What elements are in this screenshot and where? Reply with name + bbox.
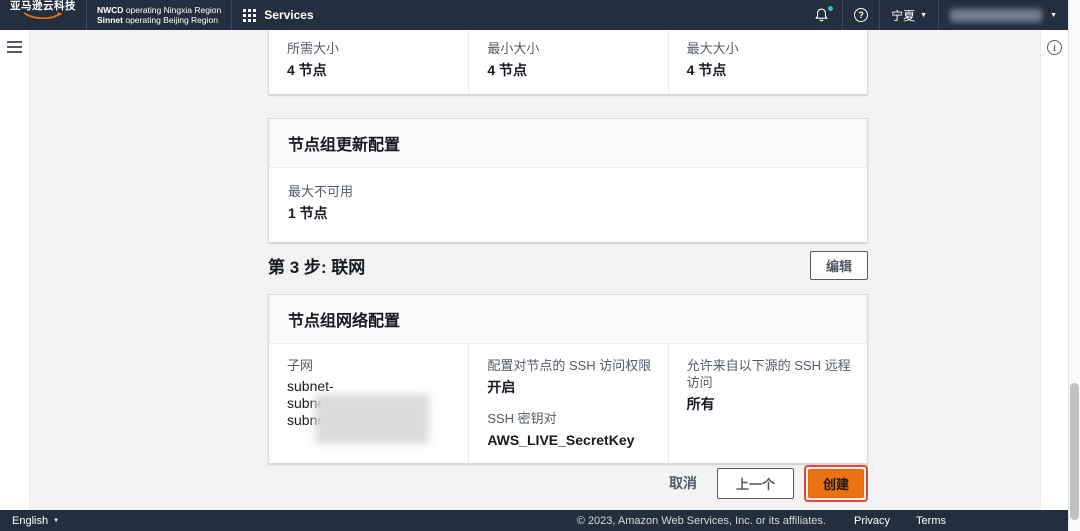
field-value: 所有	[686, 396, 715, 412]
field-min-size: 最小大小 4 节点	[468, 30, 667, 94]
notifications-button[interactable]	[801, 0, 842, 30]
notification-dot	[828, 6, 834, 11]
page: 亚马逊云科技 NWCD operating Ningxia Region Sin…	[0, 0, 1080, 531]
operator-2-name: Sinnet	[97, 15, 123, 25]
logo-text: 亚马逊云科技	[10, 0, 76, 12]
info-icon[interactable]: i	[1047, 40, 1062, 55]
card-title: 节点组网络配置	[288, 313, 401, 330]
left-collapsed-sidebar	[0, 30, 30, 510]
field-label: 子网	[287, 358, 314, 373]
services-grid-icon	[243, 8, 257, 22]
field-label: 最大大小	[686, 41, 739, 56]
services-menu-button[interactable]: Services	[232, 0, 324, 30]
card-header: 节点组网络配置	[269, 295, 867, 344]
edit-button[interactable]: 编辑	[809, 250, 868, 280]
help-icon: ?	[854, 8, 869, 22]
node-group-network-config-card: 节点组网络配置 子网 subnet- subnet- subnet- 配置对节点…	[268, 294, 868, 464]
create-button[interactable]: 创建	[807, 468, 864, 498]
field-value: 4 节点	[686, 62, 727, 78]
menu-hamburger-icon[interactable]	[7, 41, 22, 53]
field-value: 4 节点	[487, 62, 528, 78]
operator-2-rest: operating Beijing Region	[122, 15, 218, 25]
field-value: 4 节点	[287, 62, 327, 78]
region-operator-note: NWCD operating Ningxia Region Sinnet ope…	[87, 5, 231, 26]
scrollbar-track[interactable]	[1068, 0, 1080, 531]
node-group-scaling-card: 所需大小 4 节点 最小大小 4 节点 最大大小 4 节点	[268, 30, 868, 95]
chevron-down-icon: ▼	[53, 517, 60, 524]
cancel-button[interactable]: 取消	[669, 473, 697, 493]
node-group-update-config-card: 节点组更新配置 最大不可用 1 节点	[268, 118, 868, 243]
card-body: 子网 subnet- subnet- subnet- 配置对节点的 SSH 访问…	[269, 344, 867, 463]
terms-link[interactable]: Terms	[916, 515, 946, 527]
field-label: SSH 密钥对	[487, 411, 557, 426]
copyright-text: © 2023, Amazon Web Services, Inc. or its…	[576, 514, 826, 527]
subnets-field: 子网 subnet- subnet- subnet-	[269, 344, 468, 463]
field-label: 所需大小	[287, 41, 340, 56]
card-body: 最大不可用 1 节点	[269, 168, 867, 242]
help-button[interactable]: ?	[843, 0, 879, 30]
field-label: 配置对节点的 SSH 访问权限	[487, 358, 652, 373]
field-value: 1 节点	[288, 205, 328, 221]
language-label: English	[12, 514, 49, 527]
field-label: 最小大小	[487, 41, 540, 56]
region-label: 宁夏	[891, 8, 916, 23]
subnet-ids-redacted	[315, 394, 429, 444]
account-menu[interactable]: ▼	[939, 0, 1068, 30]
services-label: Services	[264, 8, 314, 22]
bell-icon	[815, 8, 828, 22]
account-name-redacted	[950, 8, 1043, 22]
amazon-smile-icon	[23, 12, 63, 19]
ssh-access-field: 配置对节点的 SSH 访问权限 开启 SSH 密钥对 AWS_LIVE_Secr…	[468, 344, 667, 463]
step3-title: 第 3 步: 联网	[268, 257, 366, 277]
subnet-item: subnet-	[287, 378, 334, 394]
operator-1-rest: operating Ningxia Region	[123, 4, 222, 15]
chevron-down-icon: ▼	[920, 11, 928, 19]
region-selector[interactable]: 宁夏 ▼	[880, 0, 938, 30]
previous-button[interactable]: 上一个	[716, 467, 794, 499]
field-desired-size: 所需大小 4 节点	[269, 30, 468, 94]
field-label: 最大不可用	[288, 184, 354, 199]
chevron-down-icon: ▼	[1050, 11, 1057, 19]
language-selector[interactable]: English ▼	[12, 515, 59, 527]
wizard-actions: 取消 上一个 创建	[268, 464, 868, 502]
top-navigation-bar: 亚马逊云科技 NWCD operating Ningxia Region Sin…	[0, 0, 1068, 30]
scrollbar-thumb[interactable]	[1070, 383, 1079, 520]
right-collapsed-panel: i	[1040, 30, 1068, 510]
field-value: 开启	[487, 379, 516, 395]
card-header: 节点组更新配置	[269, 119, 867, 168]
footer-bar: English ▼ © 2023, Amazon Web Services, I…	[0, 510, 1068, 531]
field-max-size: 最大大小 4 节点	[667, 30, 867, 94]
annotation-highlight-box: 创建	[803, 464, 868, 502]
privacy-link[interactable]: Privacy	[854, 515, 890, 527]
field-value: AWS_LIVE_SecretKey	[487, 432, 635, 448]
card-title: 节点组更新配置	[288, 137, 401, 154]
field-label: 允许来自以下源的 SSH 远程访问	[686, 358, 851, 390]
operator-1-name: NWCD	[97, 4, 124, 15]
step3-heading-row: 第 3 步: 联网 编辑	[268, 250, 868, 280]
ssh-source-field: 允许来自以下源的 SSH 远程访问 所有	[667, 344, 867, 463]
aws-china-logo[interactable]: 亚马逊云科技	[0, 0, 86, 30]
